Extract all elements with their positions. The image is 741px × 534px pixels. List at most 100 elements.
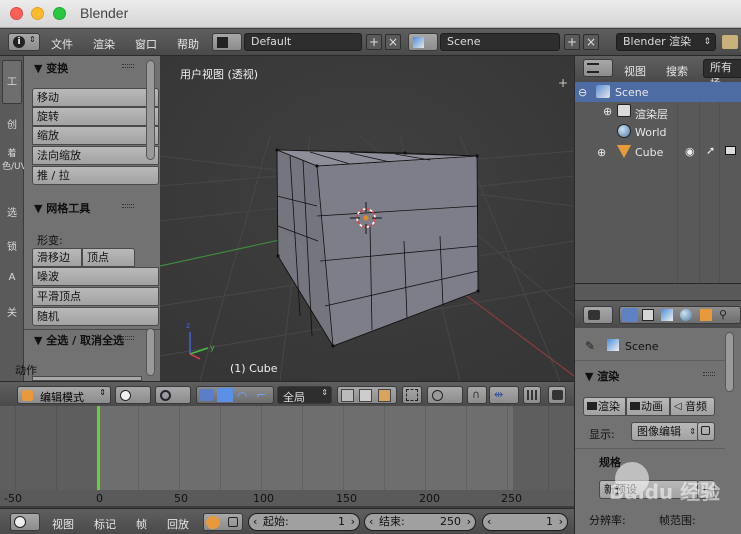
- viewport-plus-icon[interactable]: +: [558, 76, 568, 90]
- select-all-header[interactable]: ▼ 全选 / 取消全选: [34, 332, 124, 348]
- outliner-item-cube[interactable]: Cube: [635, 146, 663, 159]
- arrow-right-icon[interactable]: ›: [467, 514, 471, 530]
- render-preview-button[interactable]: [548, 386, 566, 404]
- menu-help[interactable]: 帮助: [177, 36, 199, 52]
- vertex-slide-button[interactable]: 顶点: [82, 248, 135, 267]
- properties-scrollbar[interactable]: [725, 332, 734, 392]
- push-pull-button[interactable]: 推 / 拉: [32, 166, 159, 185]
- screen-layout-icon-button[interactable]: [212, 33, 242, 51]
- render-camera-icon[interactable]: [725, 146, 736, 155]
- pivot-point-button[interactable]: [155, 386, 191, 404]
- preview-range-icon[interactable]: [206, 516, 220, 529]
- mesh-tools-header[interactable]: ▼ 网格工具: [34, 200, 90, 216]
- lock-interface-button[interactable]: [697, 422, 715, 441]
- scale-button[interactable]: 缩放: [32, 126, 159, 145]
- scale-icon[interactable]: ⌐: [256, 388, 266, 402]
- timeline-menu-view[interactable]: 视图: [52, 516, 74, 532]
- mode-dropdown[interactable]: 编辑模式 ⇕: [17, 386, 111, 404]
- snap-element-button[interactable]: ⇹: [489, 386, 519, 404]
- arrow-left-icon[interactable]: ‹: [487, 514, 491, 530]
- outliner-filter-dropdown[interactable]: 所有场: [703, 59, 741, 90]
- timeline-menu-marker[interactable]: 标记: [94, 516, 116, 532]
- tool-panel-scrollbar-lower[interactable]: [146, 328, 155, 376]
- viewport-canvas[interactable]: z y: [160, 56, 574, 381]
- snap-toggle-button[interactable]: ∩: [467, 386, 487, 404]
- add-screen-icon[interactable]: +: [366, 34, 382, 50]
- translate-arrow-icon[interactable]: [217, 388, 233, 402]
- grid-snap-button[interactable]: [523, 386, 541, 404]
- outliner-item-world[interactable]: World: [635, 126, 667, 139]
- expand-icon[interactable]: ⊕: [597, 146, 606, 159]
- arrow-right-icon[interactable]: ›: [559, 514, 563, 530]
- proportional-editing-button[interactable]: [427, 386, 463, 404]
- edge-slide-button[interactable]: 滑移边: [32, 248, 82, 267]
- arrow-right-icon[interactable]: ›: [351, 514, 355, 530]
- add-scene-icon[interactable]: +: [564, 34, 580, 50]
- outliner-item-scene[interactable]: Scene: [615, 86, 649, 99]
- timeline-editor-button[interactable]: [10, 513, 40, 531]
- manipulator-group[interactable]: ◠ ⌐: [196, 386, 274, 404]
- render-tab-icon[interactable]: [622, 308, 638, 322]
- remove-screen-icon[interactable]: ×: [385, 34, 401, 50]
- maximize-window-button[interactable]: [53, 7, 66, 20]
- smooth-vertex-button[interactable]: 平滑顶点: [32, 287, 159, 306]
- expand-icon[interactable]: ⊕: [603, 105, 612, 118]
- 3d-viewport[interactable]: z y 用户视图 (透视) (1) Cube +: [160, 56, 574, 381]
- cursor-select-icon[interactable]: ➚: [706, 144, 715, 157]
- timeline-menu-frame[interactable]: 帧: [136, 516, 147, 532]
- render-layers-tab-icon[interactable]: [642, 309, 654, 321]
- tab-tools[interactable]: 工: [2, 60, 22, 104]
- editor-type-button[interactable]: i ⇕: [8, 33, 40, 51]
- eye-icon[interactable]: ◉: [685, 145, 695, 158]
- edge-select-icon[interactable]: [359, 389, 372, 402]
- outliner-menu-search[interactable]: 搜索: [666, 63, 688, 79]
- tab-lock[interactable]: 锁: [2, 230, 22, 260]
- outliner-item-render-layers[interactable]: 渲染层: [635, 106, 668, 122]
- object-tab-icon[interactable]: [700, 309, 712, 321]
- noise-button[interactable]: 噪波: [32, 267, 159, 286]
- tab-shading-uv[interactable]: 着色/UV: [2, 142, 27, 192]
- world-tab-icon[interactable]: [680, 309, 692, 321]
- randomize-button[interactable]: 随机: [32, 307, 159, 326]
- scene-tab-icon[interactable]: [661, 309, 673, 321]
- render-engine-dropdown[interactable]: Blender 渲染 ⇕: [616, 33, 716, 51]
- move-button[interactable]: 移动: [32, 88, 159, 107]
- timeline-menu-playback[interactable]: 回放: [167, 516, 189, 532]
- lock-icon[interactable]: [228, 517, 238, 527]
- render-panel-header[interactable]: ▼ 渲染: [585, 368, 619, 384]
- close-window-button[interactable]: [10, 7, 23, 20]
- arrow-left-icon[interactable]: ‹: [369, 514, 373, 530]
- current-frame-marker[interactable]: [97, 406, 100, 490]
- constraint-tab-icon[interactable]: ⚲: [719, 308, 727, 321]
- current-frame-field[interactable]: ‹ 1 ›: [482, 513, 568, 531]
- scene-icon-button[interactable]: [408, 33, 438, 51]
- outliner-editor-button[interactable]: [583, 59, 613, 77]
- menu-render[interactable]: 渲染: [93, 36, 115, 52]
- rotate-button[interactable]: 旋转: [32, 107, 159, 126]
- timeline-area[interactable]: [0, 406, 574, 506]
- shrink-fatten-button[interactable]: 法向缩放: [32, 146, 159, 165]
- tab-a[interactable]: A: [2, 264, 22, 294]
- face-select-icon[interactable]: [378, 389, 391, 402]
- menu-window[interactable]: 窗口: [135, 36, 157, 52]
- remove-scene-icon[interactable]: ×: [583, 34, 599, 50]
- display-dropdown[interactable]: 图像编辑 ⇕: [631, 422, 699, 441]
- transform-orientation-dropdown[interactable]: 全局 ⇕: [277, 386, 332, 404]
- outliner-menu-view[interactable]: 视图: [624, 63, 646, 79]
- vertex-select-icon[interactable]: [341, 389, 354, 402]
- expand-icon[interactable]: ⊖: [578, 86, 587, 99]
- manipulator-axes-icon[interactable]: [199, 389, 213, 401]
- transform-header[interactable]: ▼ 变换: [34, 60, 68, 76]
- select-mode-group[interactable]: [337, 386, 397, 404]
- tab-create[interactable]: 创: [2, 108, 22, 138]
- end-frame-field[interactable]: ‹ 结束: 250 ›: [364, 513, 476, 531]
- arrow-left-icon[interactable]: ‹: [253, 514, 257, 530]
- scene-field[interactable]: Scene: [440, 33, 560, 51]
- tab-select[interactable]: 选: [2, 196, 22, 226]
- menu-file[interactable]: 文件: [51, 36, 73, 52]
- properties-editor-button[interactable]: [583, 306, 613, 324]
- tab-relations[interactable]: 关: [2, 296, 22, 326]
- viewport-shading-button[interactable]: [115, 386, 151, 404]
- pin-icon[interactable]: ✎: [585, 339, 595, 353]
- screen-layout-field[interactable]: Default: [244, 33, 362, 51]
